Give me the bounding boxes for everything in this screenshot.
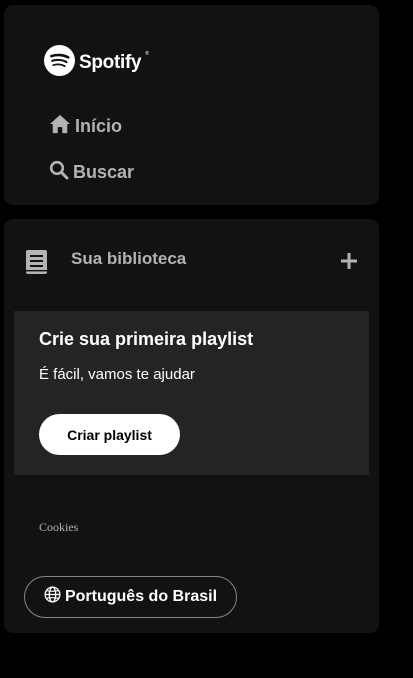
nav-item-search-label: Buscar [73,162,135,182]
nav-panel: Spotify ® Início Buscar [4,5,379,205]
home-icon [49,114,71,139]
language-button[interactable]: Português do Brasil [24,576,237,618]
nav-item-home-label: Início [75,116,123,136]
trademark-symbol: ® [145,51,149,57]
library-header: Sua biblioteca [24,246,364,278]
library-icon[interactable] [24,248,49,281]
page: Spotify ® Início Buscar Sua biblioteca C… [0,0,413,678]
card-title: Crie sua primeira playlist [39,329,254,349]
spotify-logo-icon [44,45,75,81]
card-subtitle: É fácil, vamos te ajudar [39,366,195,383]
create-playlist-button[interactable]: Criar playlist [39,414,180,455]
nav-item-search[interactable]: Buscar [49,160,134,185]
globe-icon [44,586,61,608]
spotify-logo[interactable]: Spotify ® [44,45,149,81]
create-playlist-card: Crie sua primeira playlist É fácil, vamo… [14,311,369,475]
nav-item-home[interactable]: Início [49,114,122,139]
language-button-label: Português do Brasil [64,588,218,605]
create-playlist-plus-button[interactable] [338,250,360,272]
search-icon [49,160,69,185]
plus-icon [341,253,357,269]
library-panel: Sua biblioteca Crie sua primeira playlis… [4,219,379,633]
cookies-link[interactable]: Cookies [39,520,78,535]
library-title[interactable]: Sua biblioteca [71,249,186,269]
spotify-wordmark: Spotify [79,52,142,73]
